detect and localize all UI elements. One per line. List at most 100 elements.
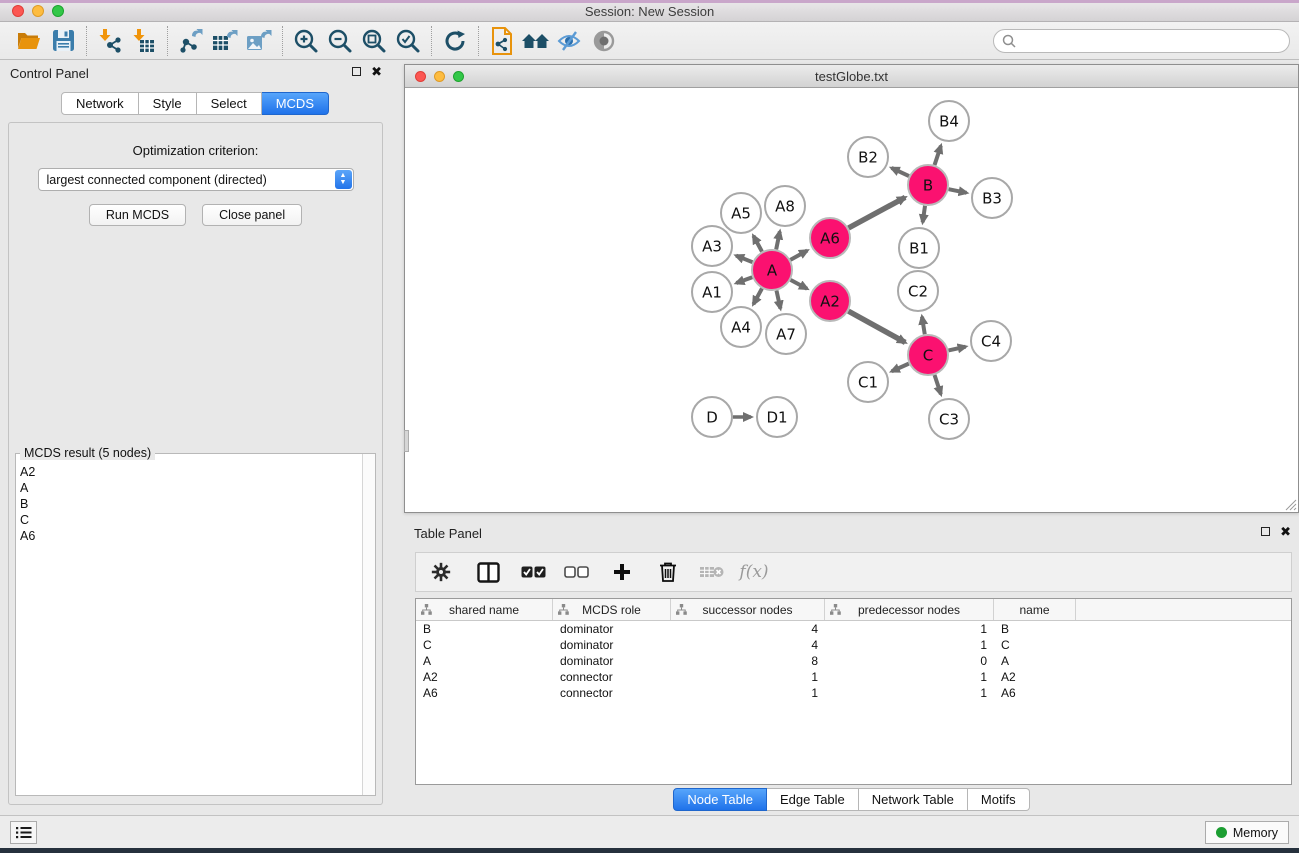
- graph-node-D1[interactable]: D1: [757, 397, 797, 437]
- graph-edge-C-C3[interactable]: [935, 375, 941, 394]
- table-row[interactable]: A2connector11A2: [416, 669, 1291, 685]
- column-header-predecessor-nodes[interactable]: predecessor nodes: [825, 599, 994, 620]
- run-mcds-button[interactable]: Run MCDS: [89, 204, 186, 226]
- resize-grip-icon[interactable]: [1285, 499, 1297, 511]
- graph-edge-C-C1[interactable]: [892, 364, 909, 372]
- table-tab-node-table[interactable]: Node Table: [673, 788, 767, 811]
- column-header-name[interactable]: name: [994, 599, 1076, 620]
- graph-node-A7[interactable]: A7: [766, 314, 806, 354]
- tab-style[interactable]: Style: [139, 92, 197, 115]
- table-cell[interactable]: 1: [671, 686, 825, 700]
- close-panel-icon[interactable]: ✖: [371, 67, 382, 76]
- refresh-layout-icon[interactable]: [438, 26, 472, 56]
- graph-node-A3[interactable]: A3: [692, 226, 732, 266]
- graph-node-B3[interactable]: B3: [972, 178, 1012, 218]
- graph-node-C[interactable]: C: [908, 335, 948, 375]
- table-cell[interactable]: 0: [825, 654, 994, 668]
- graph-node-A1[interactable]: A1: [692, 272, 732, 312]
- mcds-result-item[interactable]: B: [20, 496, 362, 512]
- function-builder-icon[interactable]: f(x): [739, 558, 769, 586]
- import-network-icon[interactable]: [93, 26, 127, 56]
- search-field[interactable]: [993, 29, 1290, 53]
- zoom-selected-icon[interactable]: [391, 26, 425, 56]
- delete-column-icon[interactable]: [653, 558, 683, 586]
- graph-edge-A6-B[interactable]: [848, 197, 905, 228]
- table-cell[interactable]: 4: [671, 622, 825, 636]
- graph-node-C3[interactable]: C3: [929, 399, 969, 439]
- mcds-result-list[interactable]: A2ABCA6: [16, 458, 362, 795]
- graph-node-A4[interactable]: A4: [721, 307, 761, 347]
- graph-edge-C-C2[interactable]: [922, 317, 925, 335]
- table-cell[interactable]: C: [416, 638, 553, 652]
- table-cell[interactable]: dominator: [553, 622, 671, 636]
- export-table-icon[interactable]: [208, 26, 242, 56]
- table-cell[interactable]: 1: [825, 638, 994, 652]
- show-selection-eye-icon[interactable]: [587, 26, 621, 56]
- graph-edge-A-A5[interactable]: [753, 236, 762, 252]
- table-cell[interactable]: dominator: [553, 638, 671, 652]
- graph-node-B[interactable]: B: [908, 165, 948, 205]
- table-row[interactable]: A6connector11A6: [416, 685, 1291, 701]
- network-window-titlebar[interactable]: testGlobe.txt: [405, 65, 1298, 88]
- graph-edge-A-A3[interactable]: [736, 256, 752, 263]
- zoom-out-icon[interactable]: [323, 26, 357, 56]
- table-row[interactable]: Bdominator41B: [416, 621, 1291, 637]
- graph-edge-A-A6[interactable]: [790, 251, 807, 260]
- table-cell[interactable]: B: [416, 622, 553, 636]
- graph-node-C1[interactable]: C1: [848, 362, 888, 402]
- open-session-icon[interactable]: [12, 26, 46, 56]
- column-layout-icon[interactable]: [473, 558, 503, 586]
- graph-node-A6[interactable]: A6: [810, 218, 850, 258]
- column-header-MCDS-role[interactable]: MCDS role: [553, 599, 671, 620]
- mcds-result-item[interactable]: A2: [20, 464, 362, 480]
- export-image-icon[interactable]: [242, 26, 276, 56]
- hide-selection-eye-icon[interactable]: [553, 26, 587, 56]
- graph-edge-B-B2[interactable]: [892, 168, 909, 176]
- memory-button[interactable]: Memory: [1205, 821, 1289, 844]
- graph-node-A2[interactable]: A2: [810, 281, 850, 321]
- table-cell[interactable]: A: [994, 654, 1076, 668]
- task-history-button[interactable]: [10, 821, 37, 844]
- graph-edge-C-C4[interactable]: [948, 347, 965, 351]
- graph-node-B2[interactable]: B2: [848, 137, 888, 177]
- graph-edge-A-A4[interactable]: [753, 288, 762, 304]
- table-cell[interactable]: 1: [825, 670, 994, 684]
- export-network-icon[interactable]: [174, 26, 208, 56]
- import-table-icon[interactable]: [127, 26, 161, 56]
- zoom-in-icon[interactable]: [289, 26, 323, 56]
- save-session-icon[interactable]: [46, 26, 80, 56]
- table-cell[interactable]: connector: [553, 686, 671, 700]
- graph-node-D[interactable]: D: [692, 397, 732, 437]
- table-cell[interactable]: B: [994, 622, 1076, 636]
- table-cell[interactable]: 1: [825, 622, 994, 636]
- float-table-panel-icon[interactable]: [1261, 527, 1270, 536]
- home-networks-icon[interactable]: [519, 26, 553, 56]
- table-tab-network-table[interactable]: Network Table: [859, 788, 968, 811]
- graph-edge-B-B1[interactable]: [923, 206, 925, 222]
- table-cell[interactable]: C: [994, 638, 1076, 652]
- table-cell[interactable]: A2: [994, 670, 1076, 684]
- column-header-successor-nodes[interactable]: successor nodes: [671, 599, 825, 620]
- table-cell[interactable]: 1: [825, 686, 994, 700]
- graph-node-B4[interactable]: B4: [929, 101, 969, 141]
- mcds-result-item[interactable]: C: [20, 512, 362, 528]
- network-canvas[interactable]: B4B2BB3A8A5A6A3B1AC2A1A2A4A7C4CC1DC3D1: [405, 88, 1298, 512]
- table-tab-motifs[interactable]: Motifs: [968, 788, 1030, 811]
- table-cell[interactable]: dominator: [553, 654, 671, 668]
- graph-node-A5[interactable]: A5: [721, 193, 761, 233]
- network-document-icon[interactable]: [485, 26, 519, 56]
- zoom-fit-icon[interactable]: [357, 26, 391, 56]
- graph-edge-A-A1[interactable]: [736, 277, 752, 283]
- table-cell[interactable]: A2: [416, 670, 553, 684]
- graph-node-B1[interactable]: B1: [899, 228, 939, 268]
- criterion-dropdown[interactable]: largest connected component (directed) ▲…: [38, 168, 354, 191]
- table-cell[interactable]: A6: [416, 686, 553, 700]
- search-input[interactable]: [1016, 32, 1289, 50]
- tab-network[interactable]: Network: [61, 92, 139, 115]
- graph-edge-A-A2[interactable]: [791, 280, 808, 289]
- table-cell[interactable]: connector: [553, 670, 671, 684]
- table-cell[interactable]: A6: [994, 686, 1076, 700]
- table-cell[interactable]: 8: [671, 654, 825, 668]
- table-row[interactable]: Adominator80A: [416, 653, 1291, 669]
- float-panel-icon[interactable]: [352, 67, 361, 76]
